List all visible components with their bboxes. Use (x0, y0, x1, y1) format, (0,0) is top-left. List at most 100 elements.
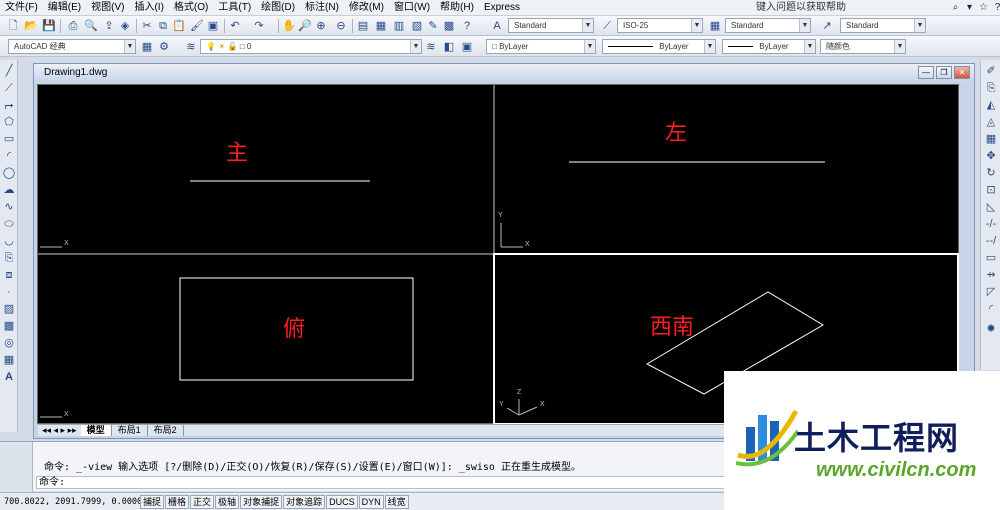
tab-layout1[interactable]: 布局1 (112, 425, 148, 436)
gradient-icon[interactable]: ▩ (2, 319, 16, 333)
array-icon[interactable]: ▦ (984, 132, 998, 146)
tab-layout2[interactable]: 布局2 (148, 425, 184, 436)
chamfer-icon[interactable]: ◸ (984, 285, 998, 299)
fillet-icon[interactable]: ◜ (984, 302, 998, 316)
extend-icon[interactable]: --/ (984, 234, 998, 248)
menu-modify[interactable]: 修改(M) (344, 0, 389, 16)
polar-toggle[interactable]: 极轴 (215, 494, 240, 509)
table-icon[interactable]: ▦ (2, 353, 16, 367)
layer-previous-icon[interactable]: ◧ (442, 40, 456, 54)
viewport-left[interactable]: 左 Y X (494, 84, 959, 254)
command-input[interactable]: 命令: (36, 476, 726, 489)
rotate-icon[interactable]: ↻ (984, 166, 998, 180)
arc-icon[interactable]: ◜ (2, 149, 16, 163)
menu-insert[interactable]: 插入(I) (129, 0, 168, 16)
open-folder-icon[interactable]: 📂 (24, 19, 38, 33)
menu-view[interactable]: 视图(V) (86, 0, 129, 16)
zoom-realtime-icon[interactable]: 🔎 (298, 19, 312, 33)
calculator-icon[interactable]: ▩ (442, 19, 456, 33)
snap-toggle[interactable]: 捕捉 (140, 494, 165, 509)
paste-icon[interactable]: 📋 (172, 19, 186, 33)
osnap-toggle[interactable]: 对象捕捉 (240, 494, 283, 509)
markup-icon[interactable]: ✎ (426, 19, 440, 33)
mirror-icon[interactable]: ◭ (984, 98, 998, 112)
copy-icon[interactable]: ⧉ (156, 19, 170, 33)
help-search-input[interactable]: 键入问题以获取帮助 (752, 1, 948, 15)
layer-select[interactable]: 💡 ☀ 🔓 □ 0 ▼ (200, 39, 422, 54)
menu-help[interactable]: 帮助(H) (435, 0, 479, 16)
make-current-layer-icon[interactable]: ≋ (424, 40, 438, 54)
block-editor-icon[interactable]: ▣ (206, 19, 220, 33)
search-icon[interactable]: ⌕ (950, 1, 961, 14)
make-block-icon[interactable]: ⧈ (2, 268, 16, 282)
point-icon[interactable]: · (2, 285, 16, 299)
hatch-icon[interactable]: ▨ (2, 302, 16, 316)
help-star-icon[interactable]: ☆ (978, 1, 989, 14)
rectangle-icon[interactable]: ▭ (2, 132, 16, 146)
undo-icon[interactable]: ↶ (228, 19, 242, 33)
close-icon[interactable]: ✕ (954, 66, 970, 79)
cut-icon[interactable]: ✂ (140, 19, 154, 33)
multileader-style-select[interactable]: Standard ▼ (840, 18, 926, 33)
lineweight-select[interactable]: ByLayer ▼ (722, 39, 816, 54)
menu-tools[interactable]: 工具(T) (213, 0, 256, 16)
workspace-gear-icon[interactable]: ⚙ (157, 40, 171, 54)
move-icon[interactable]: ✥ (984, 149, 998, 163)
save-icon[interactable]: 💾 (42, 19, 56, 33)
print-icon[interactable]: ⎙ (66, 19, 80, 33)
dropdown-icon[interactable]: ▾ (964, 1, 975, 14)
layer-manager-icon[interactable]: ≋ (184, 40, 198, 54)
menu-dimension[interactable]: 标注(N) (300, 0, 344, 16)
stretch-icon[interactable]: ◺ (984, 200, 998, 214)
ellipse-icon[interactable]: ⬭ (2, 217, 16, 231)
construction-line-icon[interactable]: ⟋ (2, 81, 16, 95)
region-icon[interactable]: ◎ (2, 336, 16, 350)
trim-icon[interactable]: -/- (984, 217, 998, 231)
minimize-icon[interactable]: — (918, 66, 934, 79)
layer-state-icon[interactable]: ▣ (460, 40, 474, 54)
menu-format[interactable]: 格式(O) (169, 0, 213, 16)
match-properties-icon[interactable]: 🖌 (190, 19, 204, 33)
menu-window[interactable]: 窗口(W) (389, 0, 435, 16)
pan-icon[interactable]: ✋ (282, 19, 296, 33)
menu-edit[interactable]: 编辑(E) (43, 0, 86, 16)
text-style-select[interactable]: Standard ▼ (508, 18, 594, 33)
dim-style-select[interactable]: ISO-25 ▼ (617, 18, 703, 33)
viewport-top[interactable]: 俯 X (37, 254, 494, 424)
multiline-text-icon[interactable]: A (2, 370, 16, 384)
otrack-toggle[interactable]: 对象追踪 (283, 494, 326, 509)
sheet-set-icon[interactable]: ▧ (410, 19, 424, 33)
polyline-icon[interactable]: ⮣ (2, 98, 16, 112)
workspace-settings-icon[interactable]: ▦ (140, 40, 154, 54)
design-center-icon[interactable]: ▦ (374, 19, 388, 33)
scale-icon[interactable]: ⊡ (984, 183, 998, 197)
ellipse-arc-icon[interactable]: ◡ (2, 234, 16, 248)
polygon-icon[interactable]: ⬠ (2, 115, 16, 129)
break-icon[interactable]: ▭ (984, 251, 998, 265)
line-icon[interactable]: ╱ (2, 64, 16, 78)
erase-icon[interactable]: ✐ (984, 64, 998, 78)
linetype-select[interactable]: ByLayer ▼ (602, 39, 716, 54)
help-icon[interactable]: ? (460, 19, 474, 33)
restore-icon[interactable]: ❐ (936, 66, 952, 79)
insert-block-icon[interactable]: ⎘ (2, 251, 16, 265)
menu-file[interactable]: 文件(F) (0, 0, 43, 16)
help-icon[interactable]: ? (992, 1, 1000, 14)
menu-draw[interactable]: 绘图(D) (256, 0, 300, 16)
grid-toggle[interactable]: 栅格 (165, 494, 190, 509)
properties-icon[interactable]: ▤ (356, 19, 370, 33)
workspace-select[interactable]: AutoCAD 经典 ▼ (8, 39, 136, 54)
offset-icon[interactable]: ◬ (984, 115, 998, 129)
new-file-icon[interactable]: 🗋 (6, 19, 20, 33)
circle-icon[interactable]: ◯ (2, 166, 16, 180)
ducs-toggle[interactable]: DUCS (326, 494, 358, 509)
color-select[interactable]: □ ByLayer ▼ (486, 39, 596, 54)
lineweight-toggle[interactable]: 线宽 (384, 494, 409, 509)
tab-nav-arrows[interactable]: ◂◂ ◂ ▸ ▸▸ (38, 425, 81, 436)
zoom-window-icon[interactable]: ⊕ (314, 19, 328, 33)
join-icon[interactable]: ⇸ (984, 268, 998, 282)
zoom-previous-icon[interactable]: ⊖ (334, 19, 348, 33)
plotstyle-select[interactable]: 随颜色 ▼ (820, 39, 906, 54)
copy-object-icon[interactable]: ⎘ (984, 81, 998, 95)
dyn-toggle[interactable]: DYN (358, 494, 384, 509)
